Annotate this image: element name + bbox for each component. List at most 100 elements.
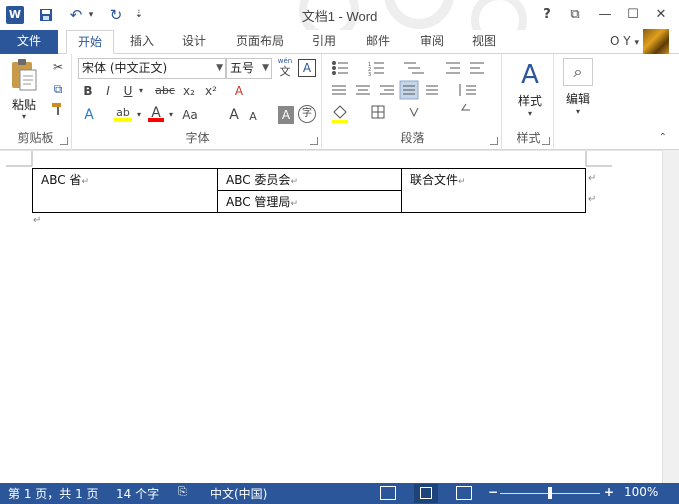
- editing-group: ⌕ 编辑 ▾: [556, 54, 600, 150]
- tab-file[interactable]: 文件: [0, 30, 58, 54]
- text-effects-button[interactable]: A: [80, 106, 98, 124]
- cell-text: ABC 省: [41, 173, 82, 187]
- cell-text: 联合文件: [410, 173, 459, 187]
- tab-mailings[interactable]: 邮件: [356, 30, 400, 54]
- read-mode-icon[interactable]: [380, 486, 396, 500]
- font-name-value: 宋体 (中文正文): [82, 61, 168, 75]
- chevron-down-icon: ▼: [262, 63, 269, 73]
- tab-design[interactable]: 设计: [172, 30, 216, 54]
- cell-text: ABC 管理局: [226, 195, 291, 209]
- paragraph-group: 1 2 3 段落: [324, 54, 502, 150]
- ribbon-display-button[interactable]: ⧉: [563, 4, 587, 26]
- italic-button[interactable]: I: [100, 82, 116, 100]
- document-area[interactable]: ABC 省↵ ABC 委员会↵ 联合文件↵ ABC 管理局↵ ↵ ↵ ↵: [0, 150, 679, 483]
- char-shading-button[interactable]: A: [278, 106, 294, 124]
- format-painter-icon[interactable]: [48, 102, 68, 120]
- phonetic-guide-button[interactable]: wén 文: [276, 57, 294, 79]
- table-cell[interactable]: ABC 委员会↵: [217, 168, 402, 191]
- page-count[interactable]: 第 1 页，共 1 页: [8, 485, 99, 502]
- tab-review[interactable]: 审阅: [410, 30, 454, 54]
- collapse-ribbon-icon[interactable]: ⌃: [659, 132, 667, 143]
- paste-button[interactable]: 粘贴 ▾: [6, 58, 42, 121]
- chevron-down-icon: ▾: [575, 107, 580, 116]
- styles-button-label: 样式: [517, 94, 542, 108]
- copy-icon[interactable]: ⧉: [48, 80, 68, 98]
- bold-button[interactable]: B: [80, 82, 96, 100]
- font-size-combo[interactable]: 五号 ▼: [226, 58, 272, 79]
- user-name: O Y: [610, 34, 631, 48]
- tab-home[interactable]: 开始: [66, 30, 114, 54]
- font-launcher-icon[interactable]: [310, 137, 318, 145]
- cell-text: ABC 委员会: [226, 173, 291, 187]
- zoom-level[interactable]: 100%: [624, 485, 658, 499]
- chevron-down-icon: ▾: [21, 112, 26, 121]
- editing-button[interactable]: ⌕ 编辑 ▾: [558, 58, 598, 124]
- superscript-button[interactable]: x²: [202, 82, 220, 100]
- editing-button-label: 编辑: [565, 92, 590, 106]
- table-cell[interactable]: 联合文件↵: [401, 168, 586, 213]
- char-border-button[interactable]: A: [298, 59, 316, 77]
- change-case-button[interactable]: Aa: [180, 106, 200, 124]
- title-bar: W ↶ ▾ ↻ ⇣ 文档1 - Word ? ⧉ — ☐ ✕: [0, 0, 679, 30]
- font-name-combo[interactable]: 宋体 (中文正文) ▼: [78, 58, 226, 79]
- highlight-button[interactable]: ab: [114, 104, 132, 122]
- chevron-down-icon[interactable]: ▾: [166, 106, 176, 124]
- underline-button[interactable]: U: [120, 82, 136, 100]
- paste-label: 粘贴: [11, 98, 36, 112]
- subscript-button[interactable]: x₂: [180, 82, 198, 100]
- word-count[interactable]: 14 个字: [116, 485, 159, 502]
- font-group: 宋体 (中文正文) ▼ 五号 ▼ wén 文 A B I U ▾ abc x₂ …: [74, 54, 322, 150]
- chevron-down-icon: ▾: [527, 109, 532, 118]
- chevron-down-icon[interactable]: ▾: [134, 106, 144, 124]
- phonetic-char: 文: [279, 65, 291, 78]
- styles-group: A 样式 ▾ 样式: [504, 54, 554, 150]
- vertical-scrollbar[interactable]: [662, 150, 679, 483]
- tab-insert[interactable]: 插入: [120, 30, 164, 54]
- binoculars-icon: ⌕: [563, 58, 593, 86]
- clipboard-launcher-icon[interactable]: [60, 137, 68, 145]
- row-end-mark: ↵: [588, 194, 597, 205]
- web-layout-icon[interactable]: [456, 486, 472, 500]
- svg-text:3: 3: [368, 72, 371, 78]
- tab-page-layout[interactable]: 页面布局: [228, 30, 292, 54]
- maximize-button[interactable]: ☐: [621, 4, 645, 26]
- clear-format-icon[interactable]: A: [230, 82, 248, 100]
- chevron-down-icon: ▾: [634, 38, 639, 48]
- chevron-down-icon: ▼: [216, 63, 223, 73]
- paragraph-mark: ↵: [458, 177, 466, 187]
- ribbon-tabs: 文件 开始 插入 设计 页面布局 引用 邮件 审阅 视图: [0, 30, 679, 54]
- language-indicator[interactable]: 中文(中国): [210, 485, 267, 502]
- zoom-out-button[interactable]: −: [488, 485, 498, 499]
- paragraph-icons: 1 2 3: [332, 61, 484, 123]
- proofing-icon[interactable]: ⎘: [178, 485, 187, 499]
- paste-icon: [12, 59, 37, 91]
- font-group-label: 字体: [185, 131, 210, 145]
- styles-button[interactable]: A 样式 ▾: [510, 58, 550, 124]
- close-button[interactable]: ✕: [649, 4, 673, 26]
- styles-launcher-icon[interactable]: [542, 137, 550, 145]
- avatar[interactable]: [643, 29, 669, 55]
- font-color-button[interactable]: A: [148, 104, 164, 122]
- document-table[interactable]: ABC 省↵ ABC 委员会↵ 联合文件↵ ABC 管理局↵: [32, 168, 586, 213]
- paragraph-launcher-icon[interactable]: [490, 137, 498, 145]
- table-cell[interactable]: ABC 省↵: [32, 168, 218, 213]
- zoom-in-button[interactable]: +: [604, 485, 614, 499]
- chevron-down-icon[interactable]: ▾: [136, 82, 146, 100]
- paragraph-mark: ↵: [33, 215, 42, 226]
- strikethrough-button[interactable]: abc: [154, 82, 176, 100]
- zoom-slider-thumb[interactable]: [548, 487, 552, 499]
- cut-icon[interactable]: ✂: [48, 58, 68, 76]
- enclose-char-button[interactable]: 字: [298, 105, 316, 123]
- help-button[interactable]: ?: [535, 4, 559, 26]
- status-bar: 第 1 页，共 1 页 14 个字 ⎘ 中文(中国) − + 100%: [0, 483, 679, 504]
- shrink-font-button[interactable]: A: [246, 108, 260, 126]
- tab-view[interactable]: 视图: [462, 30, 506, 54]
- minimize-button[interactable]: —: [593, 4, 617, 26]
- print-layout-glyph: [420, 487, 432, 499]
- tab-references[interactable]: 引用: [302, 30, 346, 54]
- user-account[interactable]: O Y ▾: [610, 34, 639, 48]
- table-cell[interactable]: ABC 管理局↵: [217, 190, 402, 213]
- paragraph-group-label: 段落: [400, 131, 425, 145]
- font-size-value: 五号: [230, 61, 255, 75]
- grow-font-button[interactable]: A: [226, 106, 242, 124]
